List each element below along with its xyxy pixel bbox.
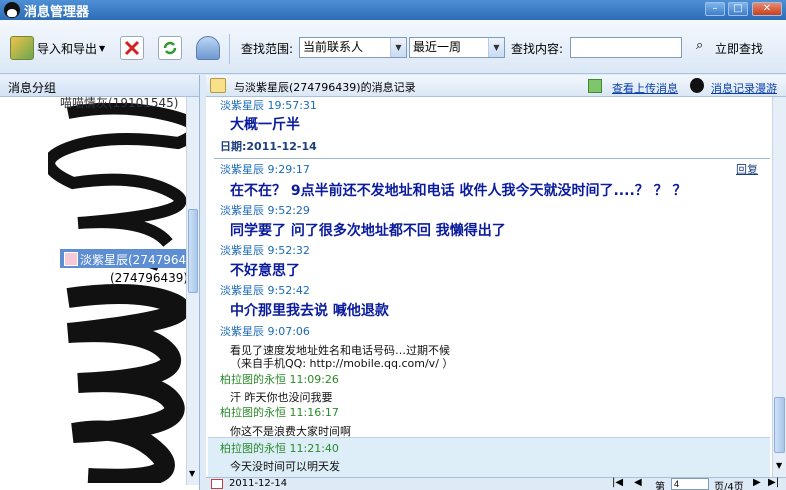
contact-item-selected[interactable]: 淡紫星辰(274796439) bbox=[60, 249, 186, 268]
message-icon bbox=[210, 78, 226, 93]
search-button[interactable]: 立即查找 bbox=[715, 40, 763, 57]
chevron-down-icon[interactable]: ▼ bbox=[776, 461, 782, 470]
contact-item[interactable]: 喵喵情灰(19101545) bbox=[60, 94, 178, 111]
chevron-down-icon[interactable]: ▼ bbox=[488, 38, 504, 57]
qq-roam-icon[interactable] bbox=[690, 78, 704, 93]
period-select-value: 最近一周 bbox=[413, 40, 462, 54]
message-list: 淡紫星辰 19:57:31 大概一斤半 日期:2011-12-14 淡紫星辰 9… bbox=[206, 97, 770, 477]
next-page-icon[interactable]: ▶ bbox=[753, 477, 761, 488]
page-input[interactable] bbox=[671, 478, 709, 490]
message-roam-link[interactable]: 消息记录漫游 bbox=[711, 80, 777, 96]
bottom-bar: 2011-12-14 |◀ ◀ 第 页/4页 ▶ ▶| bbox=[206, 477, 786, 490]
calendar-icon[interactable] bbox=[211, 479, 223, 489]
import-export-button[interactable]: 导入和导出 bbox=[37, 40, 97, 57]
contact-name: 淡紫星辰(274796439) bbox=[80, 253, 186, 267]
page-suffix: 页/4页 bbox=[714, 482, 744, 490]
tools-icon[interactable] bbox=[196, 36, 220, 60]
view-uploads-link[interactable]: 查看上传消息 bbox=[612, 80, 678, 96]
message-text-footer: （来自手机QQ: http://mobile.qq.com/v/ ） bbox=[230, 357, 454, 370]
message-sender: 柏拉图的永恒 11:16:17 bbox=[220, 406, 339, 419]
range-select-value: 当前联系人 bbox=[303, 40, 364, 54]
last-page-icon[interactable]: ▶| bbox=[768, 477, 779, 488]
close-button[interactable]: ✕ bbox=[752, 2, 782, 16]
range-select[interactable]: 当前联系人 ▼ bbox=[299, 37, 407, 58]
message-text: 在不在？ 9点半前还不发地址和电话 收件人我今天就没时间了....？ ？ ？ bbox=[230, 183, 687, 199]
message-sender: 淡紫星辰 9:29:17 bbox=[220, 163, 310, 176]
scribble-redaction bbox=[43, 102, 202, 489]
message-panel: 与淡紫星辰(274796439)的消息记录 查看上传消息 消息记录漫游 淡紫星辰… bbox=[206, 75, 786, 490]
qq-penguin-icon bbox=[4, 2, 20, 18]
message-header: 与淡紫星辰(274796439)的消息记录 查看上传消息 消息记录漫游 bbox=[206, 75, 786, 97]
prev-page-icon[interactable]: ◀ bbox=[634, 477, 642, 488]
delete-icon[interactable] bbox=[120, 36, 144, 60]
search-input[interactable] bbox=[570, 37, 682, 58]
message-sender: 柏拉图的永恒 11:21:40 bbox=[220, 442, 339, 455]
upload-icon[interactable] bbox=[588, 79, 602, 93]
message-sender: 淡紫星辰 9:52:29 bbox=[220, 204, 310, 217]
reply-link[interactable]: 回复 bbox=[736, 161, 758, 177]
page-prefix: 第 bbox=[655, 482, 665, 490]
current-date: 2011-12-14 bbox=[229, 478, 288, 489]
message-sender: 柏拉图的永恒 11:09:26 bbox=[220, 373, 339, 386]
message-text: 中介那里我去说 喊他退款 bbox=[230, 303, 389, 319]
date-separator: 日期:2011-12-14 bbox=[220, 140, 317, 153]
left-scrollbar-thumb[interactable] bbox=[188, 209, 198, 293]
message-header-title: 与淡紫星辰(274796439)的消息记录 bbox=[234, 81, 416, 94]
message-text: 大概一斤半 bbox=[230, 117, 300, 133]
message-text: 汗 昨天你也没问我要 bbox=[230, 391, 333, 404]
chevron-down-icon[interactable]: ▼ bbox=[189, 469, 195, 478]
chevron-down-icon[interactable]: ▼ bbox=[99, 44, 105, 53]
title-bar: 消息管理器 – □ ✕ bbox=[0, 0, 786, 20]
message-sender: 淡紫星辰 9:07:06 bbox=[220, 325, 310, 338]
left-scrollbar[interactable]: ▼ bbox=[186, 97, 199, 485]
window-title: 消息管理器 bbox=[24, 4, 90, 20]
date-divider bbox=[214, 158, 770, 159]
first-page-icon[interactable]: |◀ bbox=[612, 477, 623, 488]
chevron-down-icon[interactable]: ▼ bbox=[390, 38, 406, 57]
search-content-label: 查找内容: bbox=[511, 42, 564, 56]
message-text: 不好意思了 bbox=[230, 263, 300, 279]
contact-item[interactable]: (274796439) bbox=[110, 271, 188, 285]
message-scrollbar-thumb[interactable] bbox=[774, 397, 785, 453]
message-text: 同学要了 问了很多次地址都不回 我懒得出了 bbox=[230, 223, 506, 239]
message-scrollbar[interactable]: ▼ bbox=[772, 97, 786, 477]
message-sender: 淡紫星辰 9:52:32 bbox=[220, 244, 310, 257]
toolbar-divider bbox=[229, 34, 230, 64]
refresh-icon[interactable] bbox=[158, 36, 182, 60]
period-select[interactable]: 最近一周 ▼ bbox=[409, 37, 505, 58]
contact-group-panel: 消息分组 喵喵情灰(19101545) 淡紫星辰(274796439) (274… bbox=[0, 75, 202, 490]
maximize-button[interactable]: □ bbox=[728, 2, 748, 16]
avatar bbox=[64, 252, 78, 266]
import-export-icon[interactable] bbox=[10, 36, 34, 60]
toolbar: 导入和导出 ▼ 查找范围: 当前联系人 ▼ 最近一周 ▼ 查找内容: ⌕ 立即查找 bbox=[0, 20, 786, 74]
message-sender: 淡紫星辰 19:57:31 bbox=[220, 99, 317, 112]
message-text: 今天没时间可以明天发 bbox=[230, 460, 340, 473]
search-icon[interactable]: ⌕ bbox=[696, 38, 703, 53]
search-range-label: 查找范围: bbox=[241, 42, 294, 56]
minimize-button[interactable]: – bbox=[705, 2, 725, 16]
message-sender: 淡紫星辰 9:52:42 bbox=[220, 284, 310, 297]
